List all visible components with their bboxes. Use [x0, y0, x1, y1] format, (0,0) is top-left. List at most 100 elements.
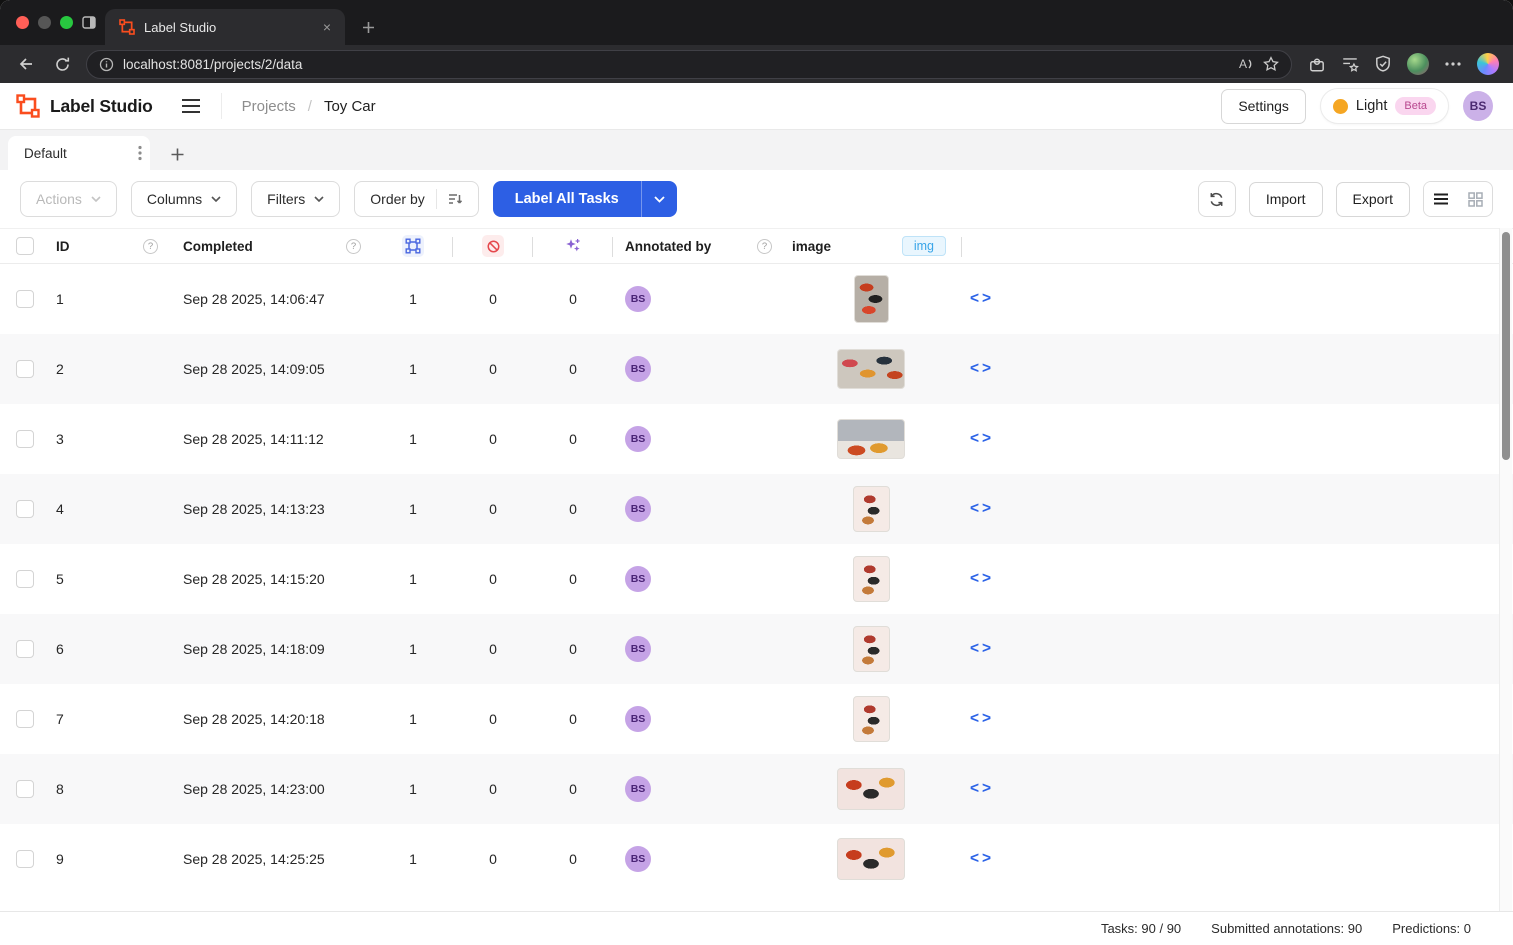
add-view-tab-icon[interactable] — [170, 147, 185, 162]
column-image[interactable]: image img — [780, 229, 962, 263]
row-checkbox[interactable] — [16, 850, 34, 868]
task-source-code-icon[interactable]: <> — [962, 430, 994, 448]
address-bar[interactable]: localhost:8081/projects/2/data A — [86, 49, 1292, 79]
task-source-code-icon[interactable]: <> — [962, 850, 994, 868]
image-cell — [780, 684, 962, 754]
image-thumbnail[interactable] — [852, 626, 890, 672]
image-thumbnail[interactable] — [852, 556, 890, 602]
settings-button[interactable]: Settings — [1221, 88, 1306, 124]
breadcrumb-projects-link[interactable]: Projects — [242, 98, 296, 115]
annotator-avatar: BS — [625, 566, 651, 592]
image-thumbnail[interactable] — [853, 275, 889, 323]
app-brand[interactable]: Label Studio — [16, 94, 153, 118]
column-id[interactable]: ID ? — [48, 229, 170, 263]
vertical-scrollbar[interactable] — [1499, 228, 1512, 911]
label-all-tasks-caret[interactable] — [640, 181, 677, 217]
table-row[interactable]: 4 Sep 28 2025, 14:13:23 1 0 0 BS <> — [0, 474, 1513, 544]
browser-security-shield-icon[interactable] — [1374, 55, 1392, 73]
favorite-star-icon[interactable] — [1263, 56, 1279, 72]
image-cell — [780, 334, 962, 404]
task-source-code-icon[interactable]: <> — [962, 780, 994, 798]
image-column-label: image — [792, 238, 832, 254]
table-row[interactable]: 5 Sep 28 2025, 14:15:20 1 0 0 BS <> — [0, 544, 1513, 614]
columns-dropdown[interactable]: Columns — [130, 181, 238, 217]
select-all-checkbox[interactable] — [16, 237, 34, 255]
refresh-button[interactable] — [1197, 181, 1236, 217]
id-help-icon[interactable]: ? — [143, 238, 158, 254]
row-checkbox[interactable] — [16, 710, 34, 728]
task-id: 6 — [56, 641, 64, 657]
column-annotated-by[interactable]: Annotated by ? — [613, 229, 780, 263]
table-row[interactable]: 3 Sep 28 2025, 14:11:12 1 0 0 BS <> — [0, 404, 1513, 474]
row-checkbox[interactable] — [16, 640, 34, 658]
image-cell — [780, 474, 962, 544]
export-button[interactable]: Export — [1335, 181, 1410, 217]
zoom-window-button[interactable] — [60, 16, 73, 29]
copilot-icon[interactable] — [1477, 53, 1499, 75]
completed-help-icon[interactable]: ? — [346, 238, 361, 254]
tab-default-view[interactable]: Default — [8, 136, 150, 170]
close-window-button[interactable] — [16, 16, 29, 29]
image-thumbnail[interactable] — [837, 349, 905, 389]
task-source-code-icon[interactable]: <> — [962, 710, 994, 728]
row-checkbox[interactable] — [16, 500, 34, 518]
minimize-window-button[interactable] — [38, 16, 51, 29]
row-checkbox[interactable] — [16, 360, 34, 378]
task-source-code-icon[interactable]: <> — [962, 640, 994, 658]
import-button[interactable]: Import — [1248, 181, 1323, 217]
column-predictions[interactable] — [533, 229, 613, 263]
label-all-tasks-button[interactable]: Label All Tasks — [492, 181, 677, 217]
table-row[interactable]: 9 Sep 28 2025, 14:25:25 1 0 0 BS <> — [0, 824, 1513, 894]
favorites-bar-icon[interactable] — [1341, 55, 1359, 73]
extensions-icon[interactable] — [1308, 55, 1326, 73]
read-aloud-icon[interactable]: A — [1239, 57, 1254, 71]
task-source-code-icon[interactable]: <> — [962, 360, 994, 378]
row-filler — [1022, 474, 1513, 544]
column-cancelled[interactable] — [453, 229, 533, 263]
table-row[interactable]: 1 Sep 28 2025, 14:06:47 1 0 0 BS <> — [0, 264, 1513, 334]
grid-view-icon[interactable] — [1458, 182, 1492, 216]
scrollbar-thumb[interactable] — [1502, 232, 1510, 460]
sort-icon[interactable] — [448, 192, 463, 206]
task-source-code-icon[interactable]: <> — [962, 570, 994, 588]
image-thumbnail[interactable] — [837, 419, 905, 459]
image-thumbnail[interactable] — [852, 696, 890, 742]
reload-icon[interactable] — [50, 52, 74, 76]
new-tab-icon[interactable] — [361, 20, 376, 35]
user-avatar[interactable]: BS — [1463, 91, 1493, 121]
theme-toggle[interactable]: Light Beta — [1319, 88, 1449, 124]
tab-close-icon[interactable]: × — [319, 18, 335, 36]
browser-profile-avatar[interactable] — [1407, 53, 1429, 75]
menu-icon[interactable] — [181, 98, 201, 114]
task-source-code-icon[interactable]: <> — [962, 290, 994, 308]
columns-label: Columns — [146, 191, 203, 207]
annotated-by-help-icon[interactable]: ? — [757, 238, 772, 254]
row-checkbox[interactable] — [16, 780, 34, 798]
site-info-icon[interactable] — [99, 57, 114, 72]
browser-more-icon[interactable] — [1444, 61, 1462, 67]
list-view-icon[interactable] — [1424, 182, 1458, 216]
actions-dropdown[interactable]: Actions — [20, 181, 117, 217]
table-row[interactable]: 8 Sep 28 2025, 14:23:00 1 0 0 BS <> — [0, 754, 1513, 824]
window-layout-icon[interactable] — [82, 16, 96, 29]
image-thumbnail[interactable] — [837, 768, 905, 810]
column-annotations[interactable] — [373, 229, 453, 263]
tab-options-kebab-icon[interactable] — [138, 145, 142, 161]
url-text[interactable]: localhost:8081/projects/2/data — [123, 57, 1230, 72]
row-checkbox[interactable] — [16, 430, 34, 448]
table-row[interactable]: 7 Sep 28 2025, 14:20:18 1 0 0 BS <> — [0, 684, 1513, 754]
order-by-control[interactable]: Order by — [354, 181, 479, 217]
table-row[interactable]: 6 Sep 28 2025, 14:18:09 1 0 0 BS <> — [0, 614, 1513, 684]
image-thumbnail[interactable] — [852, 486, 890, 532]
column-completed[interactable]: Completed ? — [170, 229, 373, 263]
image-thumbnail[interactable] — [837, 838, 905, 880]
table-row[interactable]: 2 Sep 28 2025, 14:09:05 1 0 0 BS <> — [0, 334, 1513, 404]
window-controls[interactable] — [16, 16, 73, 29]
browser-tab[interactable]: Label Studio × — [105, 9, 345, 45]
filters-dropdown[interactable]: Filters — [251, 181, 341, 217]
row-checkbox[interactable] — [16, 570, 34, 588]
back-icon[interactable] — [14, 52, 38, 76]
task-source-code-icon[interactable]: <> — [962, 500, 994, 518]
annotator-cell: BS — [613, 334, 780, 404]
row-checkbox[interactable] — [16, 290, 34, 308]
